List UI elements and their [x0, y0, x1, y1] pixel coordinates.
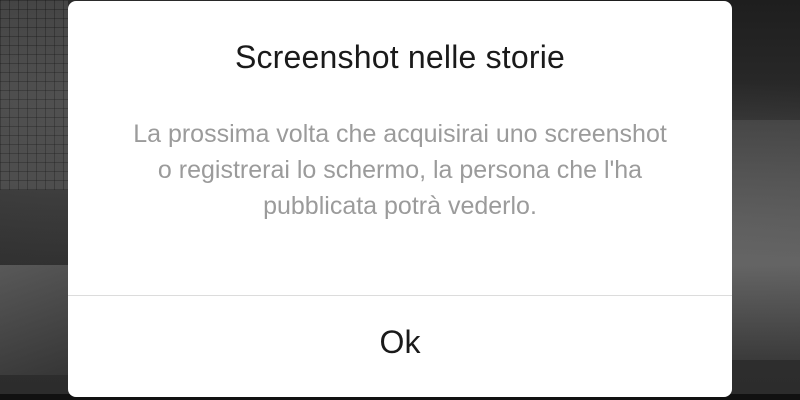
dialog-message: La prossima volta che acquisirai uno scr… [133, 120, 667, 220]
background-tiles [0, 0, 68, 190]
dialog-title: Screenshot nelle storie [234, 39, 566, 75]
alert-dialog: Screenshot nelle storie La prossima volt… [68, 1, 732, 397]
dialog-body: Screenshot nelle storie La prossima volt… [68, 1, 732, 295]
ok-button[interactable]: Ok [68, 296, 732, 397]
background-object-left [0, 265, 68, 375]
background-object-right [732, 120, 800, 360]
